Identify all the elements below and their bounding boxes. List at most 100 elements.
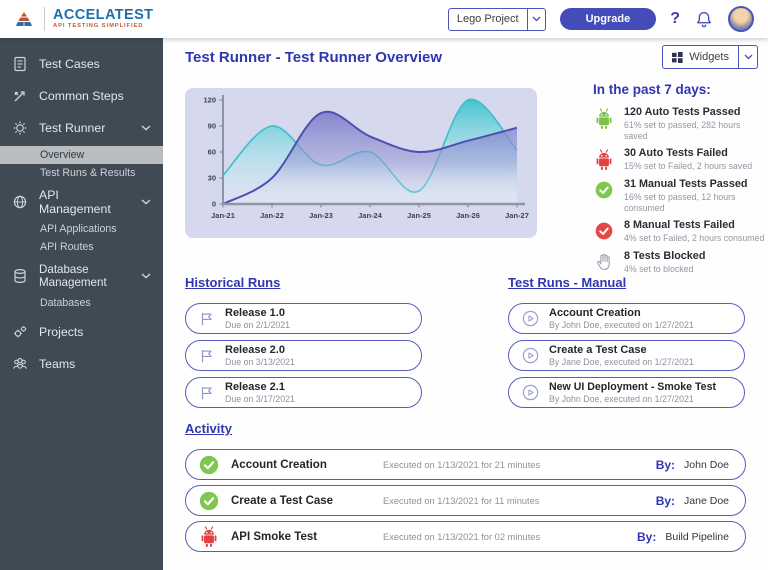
release-card[interactable]: Release 2.0 Due on 3/13/2021 — [185, 340, 422, 371]
stat-sub: 16% set to passed, 12 hours consumed — [624, 192, 765, 214]
gears-projects-icon — [12, 324, 28, 340]
sidebar-subitem-overview[interactable]: Overview — [0, 146, 163, 164]
check-green-icon — [198, 490, 220, 512]
test-runs-manual-heading: Test Runs - Manual — [508, 275, 745, 290]
stat-sub: 61% set to passed, 282 hours saved — [624, 120, 765, 142]
test-results-chart-panel: 0306090120Jan-21Jan-22Jan-23Jan-24Jan-25… — [185, 88, 537, 238]
stat-sub: 15% set to Failed, 2 hours saved — [624, 161, 752, 172]
stats-title: In the past 7 days: — [593, 82, 765, 97]
notifications-bell-icon[interactable] — [694, 9, 714, 30]
activity-name: API Smoke Test — [231, 531, 383, 543]
activity-heading: Activity — [185, 421, 746, 436]
manual-run-card[interactable]: New UI Deployment - Smoke Test By John D… — [508, 377, 745, 408]
sidebar-item-common-steps[interactable]: Common Steps — [0, 82, 163, 109]
play-circle-icon — [521, 383, 540, 402]
svg-text:Jan-25: Jan-25 — [407, 211, 431, 220]
sidebar-item-label: Test Cases — [39, 57, 100, 71]
flag-icon — [198, 384, 216, 402]
sidebar-subitem-api-routes[interactable]: API Routes — [0, 238, 163, 256]
manual-run-sub: By Jane Doe, executed on 1/27/2021 — [549, 357, 694, 367]
svg-text:Jan-26: Jan-26 — [456, 211, 480, 220]
page-title: Test Runner - Test Runner Overview — [185, 49, 442, 66]
top-header: ACCELATEST API TESTING SIMPLIFIED Lego P… — [0, 0, 768, 38]
historical-runs-section: Historical Runs Release 1.0 Due on 2/1/2… — [185, 275, 422, 414]
sidebar-item-label: API Management — [39, 188, 130, 216]
manual-run-name: Account Creation — [549, 307, 694, 320]
user-avatar[interactable] — [728, 6, 754, 32]
app-logo: ACCELATEST API TESTING SIMPLIFIED — [0, 7, 153, 31]
manual-run-card[interactable]: Account Creation By John Doe, executed o… — [508, 303, 745, 334]
area-chart: 0306090120Jan-21Jan-22Jan-23Jan-24Jan-25… — [185, 88, 537, 238]
sidebar-item-test-cases[interactable]: Test Cases — [0, 50, 163, 77]
test-runs-manual-section: Test Runs - Manual Account Creation By J… — [508, 275, 745, 414]
widgets-dropdown[interactable]: Widgets — [662, 45, 758, 69]
chevron-down-icon — [141, 273, 151, 279]
sidebar-item-teams[interactable]: Teams — [0, 350, 163, 377]
chevron-down-icon — [141, 199, 151, 205]
release-name: Release 2.0 — [225, 344, 295, 357]
flag-icon — [198, 310, 216, 328]
stat-auto-passed: 120 Auto Tests Passed 61% set to passed,… — [593, 106, 765, 142]
check-green-icon — [593, 179, 615, 201]
stat-sub: 4% set to Failed, 2 hours consumed — [624, 233, 764, 244]
sidebar-item-database-management[interactable]: Database Management — [0, 262, 163, 289]
activity-row[interactable]: Create a Test Case Executed on 1/13/2021… — [185, 485, 746, 516]
check-green-icon — [198, 454, 220, 476]
manual-run-sub: By John Doe, executed on 1/27/2021 — [549, 320, 694, 330]
gear-icon — [12, 120, 28, 136]
manual-run-name: New UI Deployment - Smoke Test — [549, 381, 716, 393]
sidebar-item-test-runner[interactable]: Test Runner — [0, 114, 163, 141]
help-icon[interactable]: ? — [670, 10, 680, 28]
activity-by-name: John Doe — [684, 459, 729, 471]
android-green-icon — [593, 107, 615, 131]
sidebar-item-projects[interactable]: Projects — [0, 318, 163, 345]
project-select-value: Lego Project — [449, 9, 527, 30]
sidebar-item-label: Projects — [39, 325, 83, 339]
android-red-icon — [593, 148, 615, 172]
hand-blocked-icon — [593, 251, 615, 273]
stat-label: 120 Auto Tests Passed — [624, 106, 765, 119]
sidebar-item-api-management[interactable]: API Management — [0, 188, 163, 215]
manual-run-card[interactable]: Create a Test Case By Jane Doe, executed… — [508, 340, 745, 371]
release-card[interactable]: Release 2.1 Due on 3/17/2021 — [185, 377, 422, 408]
activity-by-name: Build Pipeline — [665, 531, 729, 543]
release-name: Release 1.0 — [225, 307, 290, 320]
upgrade-button[interactable]: Upgrade — [560, 8, 657, 30]
widgets-label: Widgets — [689, 51, 729, 63]
project-select[interactable]: Lego Project — [448, 8, 546, 31]
by-label: By: — [656, 494, 675, 508]
sidebar-subitem-test-runs-results[interactable]: Test Runs & Results — [0, 164, 163, 182]
svg-text:Jan-23: Jan-23 — [309, 211, 333, 220]
historical-runs-heading: Historical Runs — [185, 275, 422, 290]
stat-sub: 4% set to blocked — [624, 264, 705, 275]
activity-detail: Executed on 1/13/2021 for 21 minutes — [383, 460, 656, 470]
activity-name: Account Creation — [231, 459, 383, 471]
svg-text:Jan-22: Jan-22 — [260, 211, 284, 220]
stat-label: 30 Auto Tests Failed — [624, 147, 752, 160]
release-card[interactable]: Release 1.0 Due on 2/1/2021 — [185, 303, 422, 334]
stat-label: 31 Manual Tests Passed — [624, 178, 765, 191]
activity-row[interactable]: API Smoke Test Executed on 1/13/2021 for… — [185, 521, 746, 552]
stat-auto-failed: 30 Auto Tests Failed 15% set to Failed, … — [593, 147, 765, 172]
activity-name: Create a Test Case — [231, 495, 383, 507]
chevron-down-icon[interactable] — [738, 46, 757, 68]
activity-row[interactable]: Account Creation Executed on 1/13/2021 f… — [185, 449, 746, 480]
globe-icon — [12, 194, 28, 210]
svg-text:120: 120 — [203, 96, 216, 105]
sidebar-subitem-databases[interactable]: Databases — [0, 294, 163, 312]
android-red-icon — [198, 525, 220, 549]
check-red-icon — [593, 220, 615, 242]
logo-title: ACCELATEST — [53, 8, 153, 23]
svg-text:Jan-24: Jan-24 — [358, 211, 383, 220]
release-due: Due on 3/13/2021 — [225, 357, 295, 367]
svg-text:30: 30 — [208, 174, 216, 183]
sidebar-subitem-api-applications[interactable]: API Applications — [0, 220, 163, 238]
steps-arrows-icon — [12, 88, 28, 104]
stat-label: 8 Tests Blocked — [624, 250, 705, 263]
release-due: Due on 2/1/2021 — [225, 320, 290, 330]
manual-run-name: Create a Test Case — [549, 344, 694, 357]
logo-pyramid-icon — [12, 11, 36, 28]
chevron-down-icon[interactable] — [527, 9, 545, 30]
logo-tagline: API TESTING SIMPLIFIED — [53, 24, 153, 30]
by-label: By: — [637, 530, 656, 544]
